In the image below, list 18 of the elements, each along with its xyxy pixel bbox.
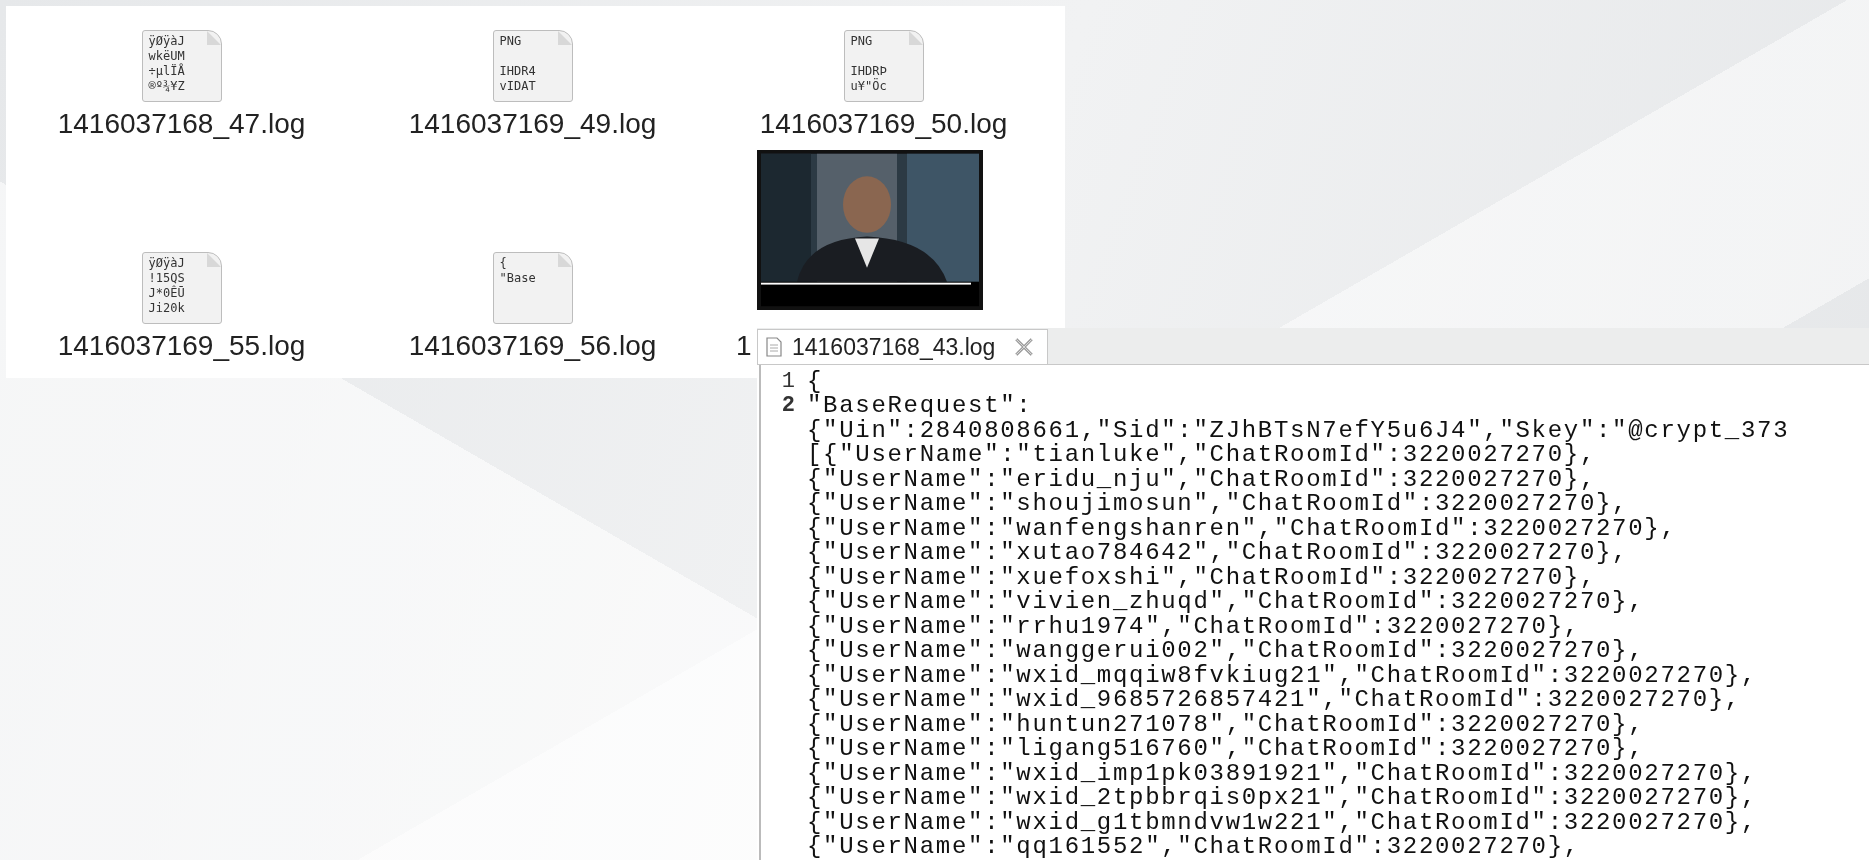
code-line: { <box>807 367 824 395</box>
close-icon[interactable] <box>1013 338 1036 356</box>
text-file-icon[interactable]: PNG IHDR4 vIDAT <box>492 30 573 102</box>
text-file-icon[interactable]: ÿØÿàJ !15QS J*0ÊŪ Ji20k <box>141 252 222 324</box>
line-number: 2 <box>781 393 795 419</box>
file-name[interactable]: 1416037169_56.log <box>408 330 657 362</box>
file-tab[interactable]: 1416037168_43.log <box>757 329 1049 364</box>
file-name[interactable]: 1416037169_50.log <box>759 108 1008 140</box>
text-file-icon[interactable]: ÿØÿàJ wkëUM ÷µlÏÅ ®º¾¥Z <box>141 30 222 102</box>
line-number: 1 <box>781 368 795 394</box>
text-file-icon[interactable]: PNG IHDRÞ u¥"Öc <box>843 30 924 102</box>
code-line: {"UserName":"qq161552","ChatRoomId":3220027270}, <box>807 833 1580 860</box>
document-icon <box>766 337 782 357</box>
file-name[interactable]: 1416037169_49.log <box>408 108 657 140</box>
file-name[interactable]: 1416037168_47.log <box>57 108 306 140</box>
text-file-icon[interactable]: { "Base <box>492 252 573 324</box>
file-name[interactable]: 1 <box>736 330 752 362</box>
file-name[interactable]: 1416037169_55.log <box>57 330 306 362</box>
